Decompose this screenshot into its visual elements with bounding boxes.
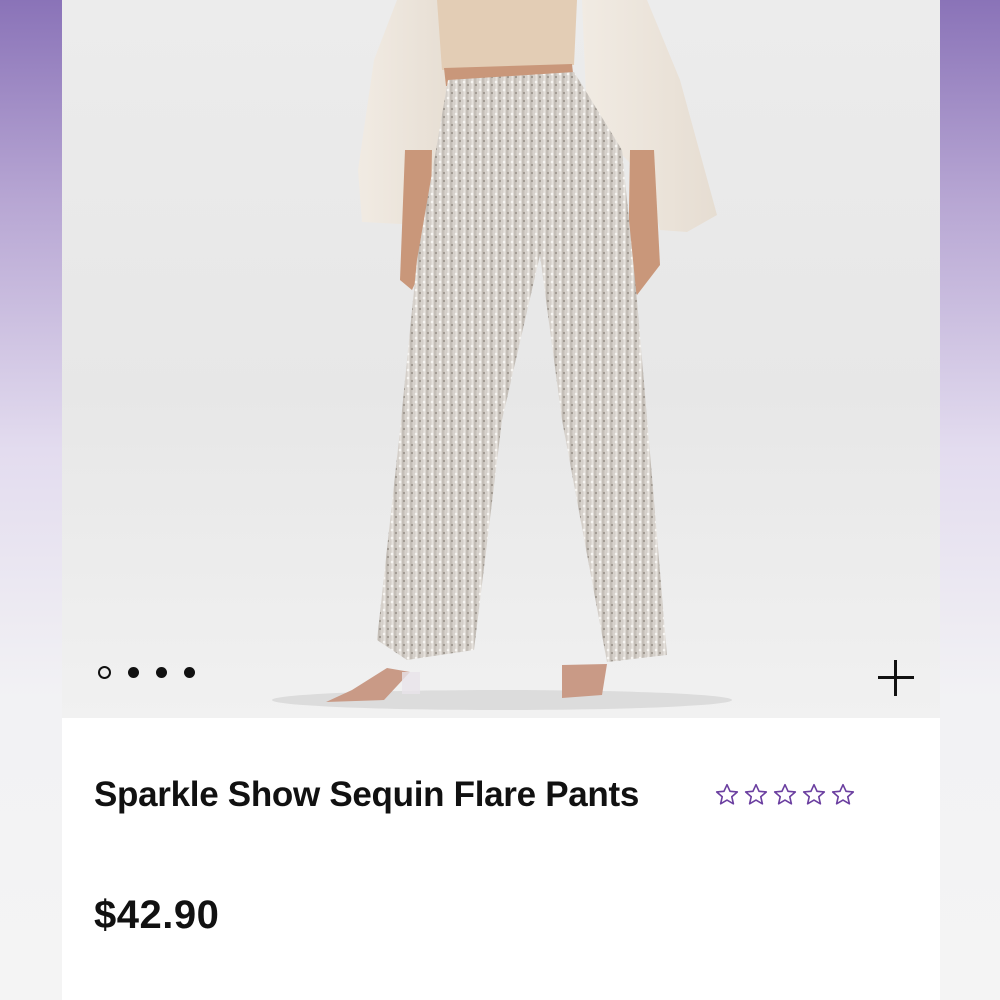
zoom-plus-icon[interactable] [874,656,918,700]
star-outline-icon [831,783,855,805]
carousel-dot-active[interactable] [98,666,111,679]
image-carousel-dots [98,666,195,679]
product-price: $42.90 [94,893,220,937]
star-outline-icon [744,783,768,805]
star-outline-icon [773,783,797,805]
product-title: Sparkle Show Sequin Flare Pants [94,775,640,814]
carousel-dot[interactable] [128,667,139,678]
product-photo-illustration [272,0,732,710]
star-outline-icon [802,783,826,805]
product-card: Sparkle Show Sequin Flare Pants $42.90 [62,0,940,1000]
carousel-dot[interactable] [184,667,195,678]
product-image[interactable] [62,0,940,718]
carousel-dot[interactable] [156,667,167,678]
screen: Sparkle Show Sequin Flare Pants $42.90 [0,0,1000,1000]
star-outline-icon [715,783,739,805]
rating-stars[interactable] [714,782,856,808]
